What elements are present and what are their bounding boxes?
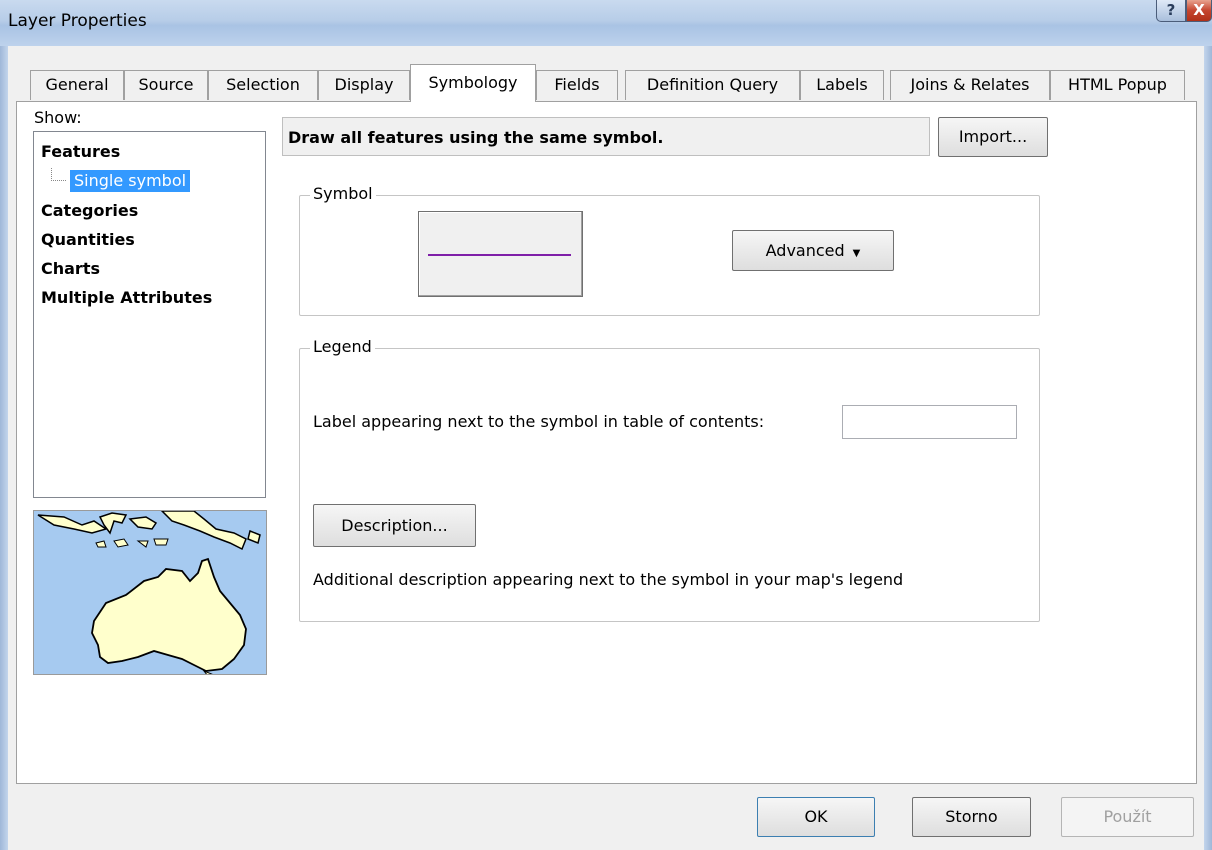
toc-label-prompt: Label appearing next to the symbol in ta… bbox=[313, 412, 765, 431]
window-frame-left bbox=[0, 46, 8, 850]
renderer-description: Draw all features using the same symbol. bbox=[288, 128, 664, 147]
tab-labels[interactable]: Labels bbox=[800, 70, 884, 100]
map-preview bbox=[33, 510, 267, 675]
tab-selection[interactable]: Selection bbox=[208, 70, 318, 100]
description-button[interactable]: Description... bbox=[313, 504, 476, 547]
tree-item-charts[interactable]: Charts bbox=[41, 259, 100, 278]
line-symbol-swatch bbox=[428, 254, 571, 256]
symbol-group: Symbol bbox=[299, 184, 1040, 316]
apply-button[interactable]: Použít bbox=[1061, 797, 1194, 837]
tab-general[interactable]: General bbox=[30, 70, 124, 100]
show-label: Show: bbox=[34, 108, 82, 127]
toc-label-input[interactable] bbox=[842, 405, 1017, 439]
legend-group-title: Legend bbox=[310, 337, 375, 356]
tab-html-popup[interactable]: HTML Popup bbox=[1050, 70, 1185, 100]
symbol-preview-button[interactable] bbox=[418, 211, 583, 297]
tab-source[interactable]: Source bbox=[124, 70, 208, 100]
additional-description-text: Additional description appearing next to… bbox=[313, 570, 904, 589]
tree-item-categories[interactable]: Categories bbox=[41, 201, 138, 220]
dropdown-arrow-icon: ▼ bbox=[852, 248, 861, 259]
tab-display[interactable]: Display bbox=[318, 70, 410, 100]
cancel-button[interactable]: Storno bbox=[912, 797, 1031, 837]
tree-item-single-symbol[interactable]: Single symbol bbox=[70, 170, 191, 192]
ok-button[interactable]: OK bbox=[757, 797, 875, 837]
tree-connector bbox=[51, 168, 66, 181]
tab-fields[interactable]: Fields bbox=[536, 70, 618, 100]
australia-map-illustration bbox=[34, 511, 266, 674]
window-frame-right bbox=[1204, 46, 1212, 850]
advanced-label: Advanced bbox=[765, 241, 845, 260]
renderer-tree: Features Single symbol Categories Quanti… bbox=[33, 131, 266, 498]
advanced-dropdown-button[interactable]: Advanced ▼ bbox=[732, 230, 894, 271]
tab-symbology[interactable]: Symbology bbox=[410, 64, 536, 102]
tree-item-quantities[interactable]: Quantities bbox=[41, 230, 135, 249]
tab-joins-relates[interactable]: Joins & Relates bbox=[890, 70, 1050, 100]
symbol-group-title: Symbol bbox=[310, 184, 376, 203]
tab-strip: General Source Selection Display Symbolo… bbox=[0, 0, 1212, 110]
tab-definition-query[interactable]: Definition Query bbox=[625, 70, 800, 100]
import-button[interactable]: Import... bbox=[938, 117, 1048, 157]
renderer-description-bar: Draw all features using the same symbol. bbox=[282, 117, 930, 156]
tree-item-features[interactable]: Features bbox=[41, 142, 120, 161]
tree-item-multiple-attributes[interactable]: Multiple Attributes bbox=[41, 288, 212, 307]
